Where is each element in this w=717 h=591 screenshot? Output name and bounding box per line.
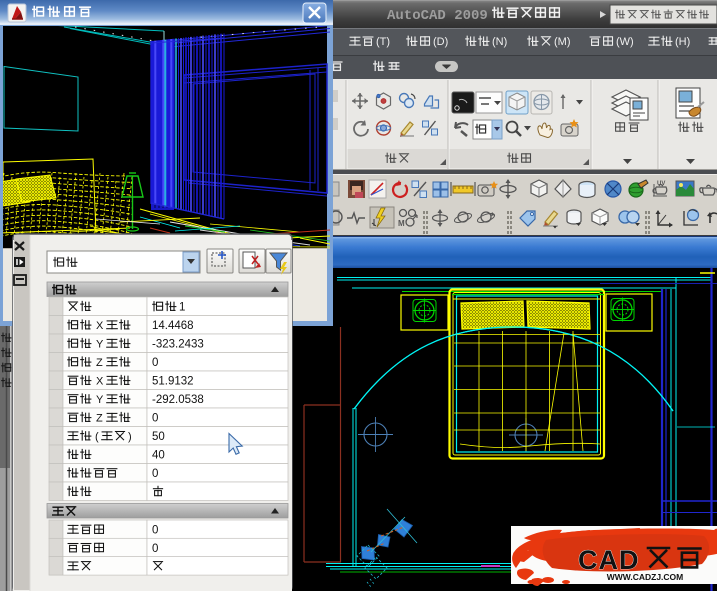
svg-text:0: 0: [152, 543, 158, 555]
svg-text:-323.2433: -323.2433: [152, 339, 204, 351]
svg-text:-292.0538: -292.0538: [152, 394, 204, 406]
svg-text:Z: Z: [96, 357, 103, 369]
svg-text:0: 0: [152, 525, 158, 537]
svg-text:M: M: [398, 219, 405, 228]
svg-text:CAD: CAD: [578, 545, 640, 575]
svg-text:(W): (W): [616, 36, 634, 48]
svg-text:(D): (D): [433, 36, 448, 48]
svg-text:): ): [128, 431, 132, 443]
svg-text:0: 0: [152, 413, 158, 425]
svg-text:Y: Y: [96, 394, 104, 406]
svg-text:(T): (T): [376, 36, 390, 48]
svg-text:1: 1: [179, 302, 185, 314]
svg-text:Z: Z: [96, 413, 103, 425]
svg-text:40: 40: [152, 450, 165, 462]
svg-text:Y: Y: [96, 339, 104, 351]
svg-text:0: 0: [152, 357, 158, 369]
svg-text:X: X: [96, 376, 104, 388]
svg-text:UV: UV: [657, 181, 665, 187]
svg-text:X: X: [96, 320, 104, 332]
svg-text:(M): (M): [554, 36, 571, 48]
svg-text:WWW.CADZJ.COM: WWW.CADZJ.COM: [607, 572, 684, 582]
svg-text:(H): (H): [675, 36, 690, 48]
svg-text:50: 50: [152, 431, 165, 443]
svg-text:0: 0: [152, 468, 158, 480]
svg-text:AutoCAD 2009: AutoCAD 2009: [387, 8, 488, 24]
svg-text:51.9132: 51.9132: [152, 376, 194, 388]
svg-text:(: (: [95, 431, 99, 443]
svg-text:(N): (N): [492, 36, 507, 48]
svg-text:14.4468: 14.4468: [152, 320, 194, 332]
